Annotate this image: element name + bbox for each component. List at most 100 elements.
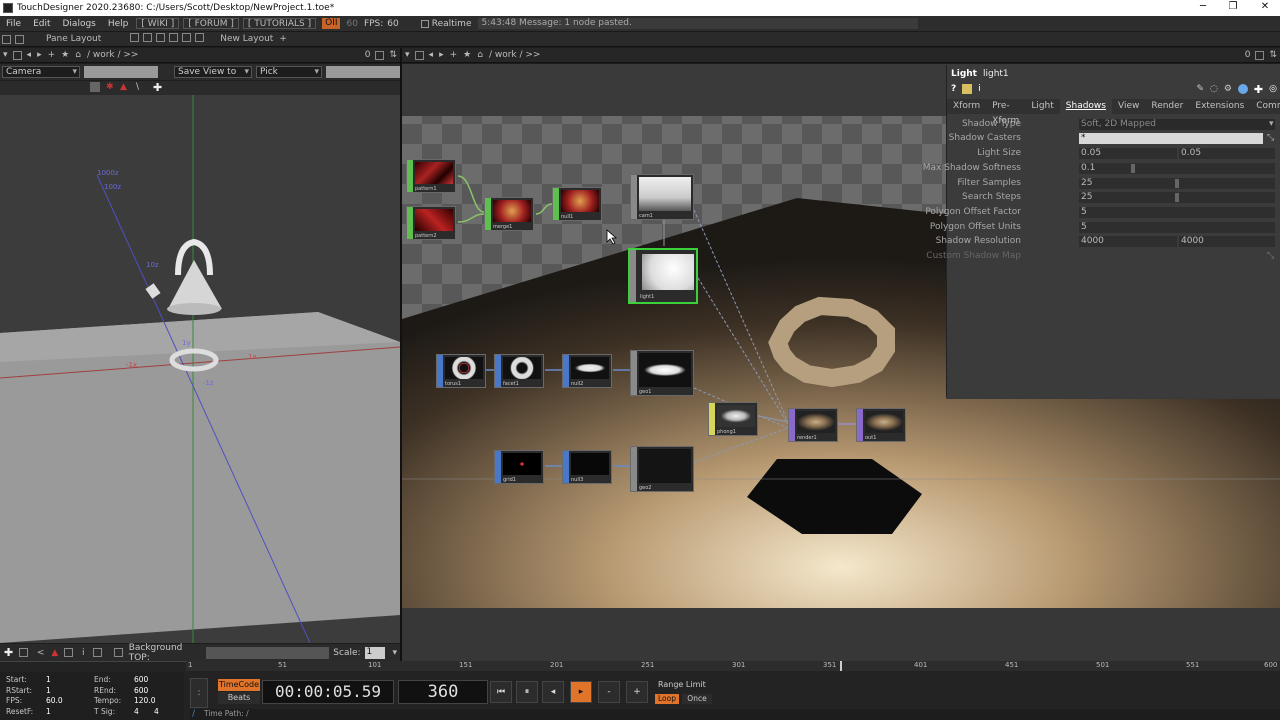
minimize-button[interactable]: ─: [1188, 0, 1218, 16]
pane-layout-button[interactable]: Pane Layout: [46, 34, 101, 44]
scale-field[interactable]: 1: [364, 646, 386, 659]
end-value[interactable]: 600: [134, 675, 148, 684]
new-layout-plus-icon[interactable]: +: [279, 34, 287, 44]
step-back-button[interactable]: ◂: [542, 681, 564, 703]
menu-file[interactable]: File: [0, 19, 27, 29]
step-minus-button[interactable]: -: [598, 681, 620, 703]
info-icon[interactable]: i: [978, 84, 981, 94]
step-plus-button[interactable]: +: [626, 681, 648, 703]
slider-handle[interactable]: [1175, 193, 1179, 202]
edit-icon[interactable]: ✎: [1196, 84, 1204, 94]
tempo-value[interactable]: 120.0: [134, 696, 155, 705]
shadow-resolution-field-2[interactable]: 4000: [1179, 236, 1275, 247]
add-param-icon[interactable]: ✚: [1254, 83, 1263, 96]
beats-toggle[interactable]: Beats: [218, 692, 260, 704]
add-op-icon[interactable]: ✚: [4, 646, 13, 659]
node-pattern2[interactable]: pattern2: [406, 206, 456, 240]
timeline-collapse-button[interactable]: :: [190, 678, 208, 708]
comment-icon[interactable]: ◌: [1210, 84, 1218, 94]
pane-menu-icon[interactable]: [15, 34, 24, 44]
star-icon[interactable]: ★: [463, 50, 471, 60]
3d-viewport[interactable]: 1000z 100z 10z 1x -1x 1y -1z: [0, 95, 400, 643]
home-icon[interactable]: ⌂: [477, 50, 483, 60]
pane-type-chevron-icon[interactable]: ▾: [405, 50, 410, 60]
play-button[interactable]: ▸: [570, 681, 592, 703]
close-button[interactable]: ✕: [1250, 0, 1280, 16]
node-geo1[interactable]: geo1: [630, 350, 694, 396]
pick-dropdown[interactable]: Pick: [256, 66, 322, 78]
back-icon[interactable]: ◂: [27, 50, 32, 60]
op-picker-icon[interactable]: ⤡: [1267, 133, 1274, 143]
node-phong1[interactable]: phong1: [708, 402, 758, 436]
pane-split-icon[interactable]: [2, 34, 11, 44]
op-picker-icon[interactable]: ⤡: [1267, 251, 1274, 261]
node-torus1[interactable]: torus1: [436, 354, 486, 388]
node-out1[interactable]: out1: [856, 408, 906, 442]
layout-2-icon[interactable]: [143, 33, 153, 42]
layout-1-icon[interactable]: [130, 33, 140, 42]
timeline-ruler[interactable]: 1 51 101 151 201 251 301 351 401 451 501…: [186, 661, 1280, 671]
rewind-button[interactable]: ⏮: [490, 681, 512, 703]
maximize-button[interactable]: ❐: [1218, 0, 1248, 16]
fps-value[interactable]: 60.0: [46, 696, 63, 705]
node-facet1[interactable]: facet1: [494, 354, 544, 388]
layout-3-icon[interactable]: [156, 33, 166, 42]
node-null3[interactable]: null3: [562, 450, 612, 484]
camera-field[interactable]: [84, 66, 158, 78]
target-icon[interactable]: ◎: [1269, 84, 1277, 94]
rstart-value[interactable]: 1: [46, 686, 51, 695]
transform-icon[interactable]: ✱: [106, 82, 114, 92]
menu-edit[interactable]: Edit: [27, 19, 56, 29]
menu-dialogs[interactable]: Dialogs: [57, 19, 102, 29]
forward-icon[interactable]: ▸: [37, 50, 42, 60]
tab-render[interactable]: Render: [1145, 99, 1189, 114]
polygon-offset-factor-field[interactable]: 5: [1079, 207, 1275, 218]
home-icon[interactable]: ⌂: [75, 50, 81, 60]
shadow-type-dropdown[interactable]: Soft, 2D Mapped: [1079, 119, 1275, 130]
slider-handle[interactable]: [1175, 179, 1179, 188]
shadow-resolution-field-1[interactable]: 4000: [1079, 236, 1177, 247]
light-size-field-1[interactable]: 0.05: [1079, 148, 1177, 159]
pane-pin-icon[interactable]: ⇅: [1269, 50, 1277, 60]
left-path[interactable]: / work / >>: [87, 50, 139, 60]
node-merge1[interactable]: merge1: [484, 197, 534, 231]
tab-xform[interactable]: Xform: [947, 99, 986, 114]
perf-button[interactable]: OII: [322, 18, 341, 29]
select-icon[interactable]: [90, 82, 100, 92]
time-path-label[interactable]: Time Path: /: [204, 709, 249, 718]
pick-field[interactable]: [326, 66, 400, 78]
playhead[interactable]: [840, 661, 842, 671]
pane-type-chevron-icon[interactable]: ▾: [3, 50, 8, 60]
forum-link[interactable]: [ FORUM ]: [183, 18, 239, 29]
layout-4-icon[interactable]: [169, 33, 179, 42]
camera-icon[interactable]: ▲: [120, 82, 127, 92]
info-icon[interactable]: i: [82, 648, 85, 658]
tab-pre-xform[interactable]: Pre-Xform: [986, 99, 1025, 126]
pane-stop-icon[interactable]: [12, 50, 22, 60]
node-grid1[interactable]: grid1: [494, 450, 544, 484]
max-shadow-softness-field[interactable]: 0.1: [1079, 163, 1275, 174]
bg-top-icon[interactable]: [114, 648, 123, 657]
tool-3-icon[interactable]: ▲: [51, 648, 58, 658]
start-value[interactable]: 1: [46, 675, 51, 684]
frame-display[interactable]: 360: [398, 680, 488, 704]
layout-5-icon[interactable]: [182, 33, 192, 42]
help-icon[interactable]: ?: [951, 84, 956, 94]
tsig-a-value[interactable]: 4: [134, 707, 139, 716]
timecode-display[interactable]: 00:00:05.59: [262, 680, 394, 704]
node-null2[interactable]: null2: [562, 354, 612, 388]
scale-chevron-icon[interactable]: ▾: [392, 648, 397, 658]
tab-extensions[interactable]: Extensions: [1189, 99, 1250, 114]
node-cam1[interactable]: cam1: [630, 174, 694, 220]
rend-value[interactable]: 600: [134, 686, 148, 695]
shadow-casters-field[interactable]: *: [1079, 133, 1263, 144]
resetf-value[interactable]: 1: [46, 707, 51, 716]
tab-light[interactable]: Light: [1025, 99, 1059, 114]
timecode-toggle[interactable]: TimeCode: [218, 679, 260, 691]
node-null1[interactable]: null1: [552, 187, 602, 221]
tool-4-icon[interactable]: [64, 648, 73, 657]
tool-5-icon[interactable]: [93, 648, 103, 657]
menu-help[interactable]: Help: [102, 19, 135, 29]
right-path[interactable]: / work / >>: [489, 50, 541, 60]
tsig-b-value[interactable]: 4: [154, 707, 159, 716]
